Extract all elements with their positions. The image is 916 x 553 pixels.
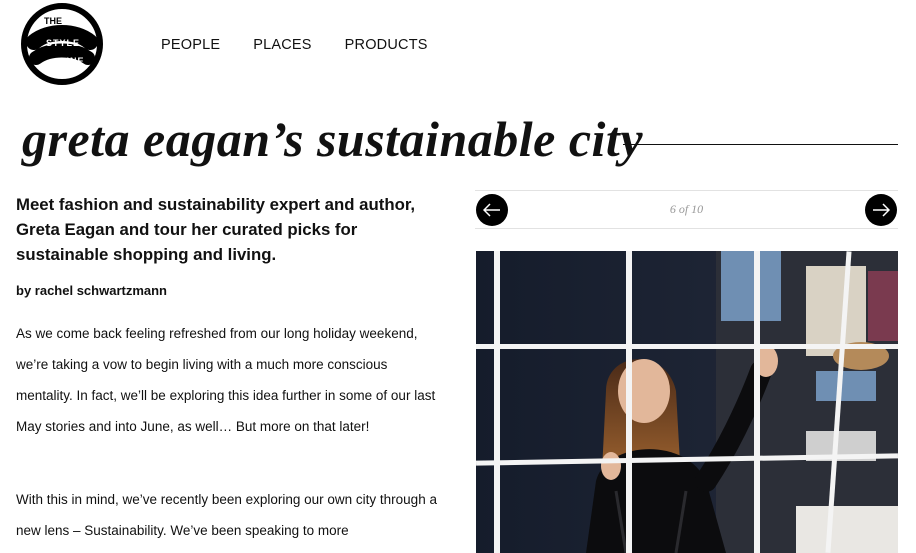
- logo-text-the: THE: [44, 16, 62, 26]
- title-divider: [623, 144, 898, 145]
- article-byline: by rachel schwartzmann: [16, 283, 167, 298]
- nav-products[interactable]: PRODUCTS: [345, 37, 428, 53]
- article-paragraph-1: As we come back feeling refreshed from o…: [16, 326, 436, 434]
- nav-places[interactable]: PLACES: [253, 37, 311, 53]
- gallery-photo[interactable]: [476, 251, 898, 553]
- article-lede: Meet fashion and sustainability expert a…: [16, 195, 416, 264]
- gallery-image: [476, 251, 898, 553]
- article-title: greta eagan’s sustainable city: [22, 111, 644, 167]
- site-logo[interactable]: THE STYLE LINE: [18, 2, 106, 86]
- nav-people[interactable]: PEOPLE: [161, 37, 220, 53]
- logo-text-line: LINE: [60, 56, 85, 66]
- main-nav: PEOPLE PLACES PRODUCTS: [161, 37, 428, 53]
- logo-text-style: STYLE: [46, 38, 80, 48]
- gallery-next-button[interactable]: [865, 194, 897, 226]
- logo-mark: THE STYLE LINE: [21, 3, 103, 85]
- article-paragraph-2: With this in mind, we’ve recently been e…: [16, 492, 437, 538]
- gallery-counter: 6 of 10: [669, 202, 704, 216]
- gallery-nav: 6 of 10: [475, 190, 898, 229]
- arrow-right-icon: [873, 203, 890, 217]
- article-title-row: greta eagan’s sustainable city: [22, 110, 898, 180]
